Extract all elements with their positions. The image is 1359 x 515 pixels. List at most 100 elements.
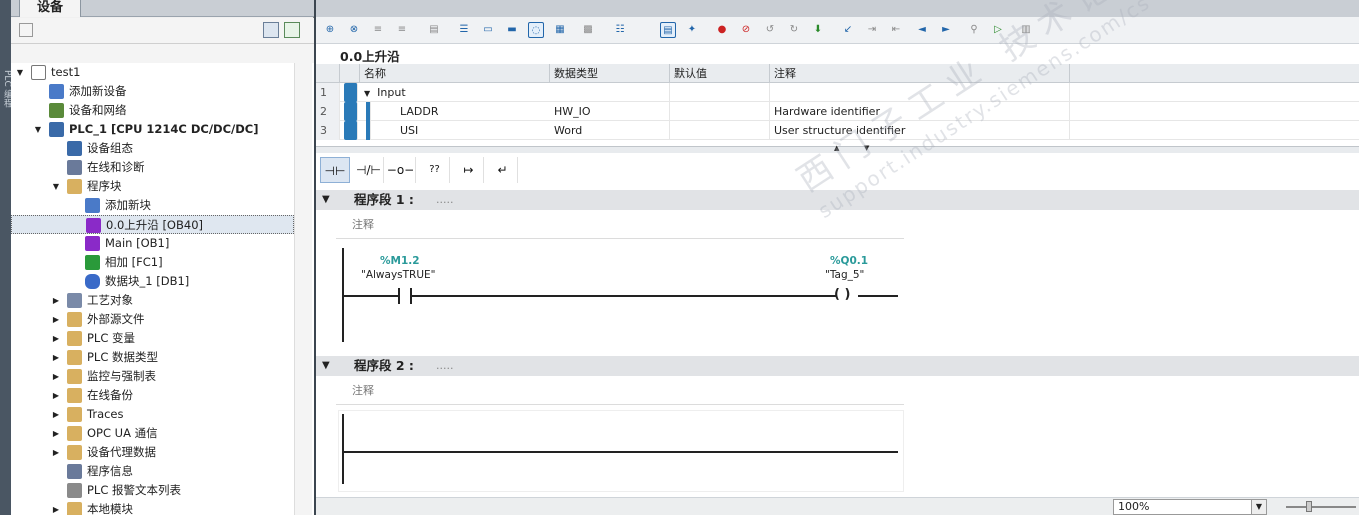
tree-node[interactable]: ▶ 在线备份 xyxy=(11,386,294,405)
close-all-networks-icon[interactable]: ▭ xyxy=(480,22,496,38)
network-comment[interactable]: 注释 xyxy=(336,377,904,405)
breakpoint-icon[interactable]: ● xyxy=(714,22,730,38)
network-1-header[interactable]: ▼ 程序段 1 : ..... xyxy=(316,190,1359,210)
coil-tag[interactable]: "Tag_5" xyxy=(825,269,864,281)
network-comment[interactable]: 注释 xyxy=(336,211,904,239)
collapsed-icon[interactable]: ▶ xyxy=(51,291,61,310)
tree-node[interactable]: ▶ PLC 数据类型 xyxy=(11,348,294,367)
chevron-down-icon[interactable]: ▼ xyxy=(1251,500,1266,514)
insert-row-icon[interactable]: ≡ xyxy=(370,22,386,38)
expanded-icon[interactable]: ▼ xyxy=(51,177,61,196)
collapsed-icon[interactable]: ▶ xyxy=(51,443,61,462)
output-coil[interactable]: ( ) xyxy=(834,287,850,302)
devices-tab[interactable]: 设备 xyxy=(19,0,81,17)
row-comment[interactable] xyxy=(770,83,1070,102)
tree-node[interactable]: 数据块_1 [DB1] xyxy=(11,272,294,291)
contact-address[interactable]: %M1.2 xyxy=(380,255,420,267)
close-branch-button[interactable]: ↵ xyxy=(488,157,518,183)
tree-node[interactable]: PLC 报警文本列表 xyxy=(11,481,294,500)
interface-row[interactable]: 2 LADDR HW_IO Hardware identifier xyxy=(316,102,1359,121)
row-default[interactable] xyxy=(670,121,770,140)
tree-node[interactable]: Main [OB1] xyxy=(11,234,294,253)
tree-node[interactable]: ▶ 工艺对象 xyxy=(11,291,294,310)
collapse-up-icon[interactable]: ▲ xyxy=(834,144,839,152)
delete-network-icon[interactable]: ⊗ xyxy=(346,22,362,38)
vertical-task-strip[interactable]: PLC 编程 xyxy=(0,0,12,515)
header-comment[interactable]: 注释 xyxy=(770,64,1070,83)
row-type[interactable]: Word xyxy=(550,121,670,140)
collapsed-icon[interactable]: ▶ xyxy=(51,500,61,515)
network-title[interactable]: 程序段 1 : xyxy=(354,190,414,210)
expand-down-icon[interactable]: ▼ xyxy=(864,144,869,152)
tree-node[interactable]: ▶ Traces xyxy=(11,405,294,424)
contact-nc-button[interactable]: ⊣/⊢ xyxy=(354,157,384,183)
comment-toggle-icon[interactable]: ◌ xyxy=(528,22,544,38)
empty-box-button[interactable]: ?? xyxy=(420,157,450,183)
collapsed-icon[interactable]: ▶ xyxy=(51,386,61,405)
tree-node[interactable]: 设备和网络 xyxy=(11,101,294,120)
zoom-slider[interactable] xyxy=(1286,506,1356,508)
tree-node[interactable]: ▼ PLC_1 [CPU 1214C DC/DC/DC] xyxy=(11,120,294,139)
tree-node[interactable]: ▶ 本地模块 xyxy=(11,500,294,515)
tree-node[interactable]: ▶ PLC 变量 xyxy=(11,329,294,348)
interface-splitter[interactable]: ▲ ▼ xyxy=(316,144,1359,153)
add-row-icon[interactable]: ≡ xyxy=(394,22,410,38)
header-default[interactable]: 默认值 xyxy=(670,64,770,83)
row-type[interactable] xyxy=(550,83,670,102)
zoom-slider-handle[interactable] xyxy=(1306,501,1312,512)
collapsed-icon[interactable]: ▶ xyxy=(51,348,61,367)
download-icon[interactable]: ⬇ xyxy=(810,22,826,38)
monitoring-toggle-icon[interactable]: ▷ xyxy=(990,22,1006,38)
header-type[interactable]: 数据类型 xyxy=(550,64,670,83)
row-default[interactable] xyxy=(670,102,770,121)
open-all-networks-icon[interactable]: ☰ xyxy=(456,22,472,38)
network-title[interactable]: 程序段 2 : xyxy=(354,356,414,376)
zoom-select[interactable]: 100% ▼ xyxy=(1113,499,1267,515)
network-2-header[interactable]: ▼ 程序段 2 : ..... xyxy=(316,356,1359,376)
collapsed-icon[interactable]: ▶ xyxy=(51,367,61,386)
outdent-icon[interactable]: ⇤ xyxy=(888,22,904,38)
show-comments-icon[interactable]: ▬ xyxy=(504,22,520,38)
tree-node[interactable]: ▶ 设备代理数据 xyxy=(11,443,294,462)
tree-node[interactable]: ▼ test1 xyxy=(11,63,294,82)
open-branch-button[interactable]: ↦ xyxy=(454,157,484,183)
tree-node[interactable]: ▶ 外部源文件 xyxy=(11,310,294,329)
row-comment[interactable]: User structure identifier xyxy=(770,121,1070,140)
remove-breakpoint-icon[interactable]: ⊘ xyxy=(738,22,754,38)
back-icon[interactable]: ◄ xyxy=(914,22,930,38)
db-icon[interactable]: ▥ xyxy=(1018,22,1034,38)
tree-node[interactable]: 0.0上升沿 [OB40] xyxy=(11,215,294,234)
collapsed-icon[interactable]: ▶ xyxy=(51,329,61,348)
contact-no-button[interactable]: ⊣⊢ xyxy=(320,157,350,183)
network-name[interactable]: ..... xyxy=(436,190,453,210)
tree-scrollbar[interactable] xyxy=(294,63,312,515)
insert-network-icon[interactable]: ⊕ xyxy=(322,22,338,38)
row-default[interactable] xyxy=(670,83,770,102)
expanded-icon[interactable]: ▼ xyxy=(15,63,25,82)
step-icon[interactable]: ↺ xyxy=(762,22,778,38)
tree-node[interactable]: ▶ 监控与强制表 xyxy=(11,367,294,386)
interface-row[interactable]: 1 ▼ Input xyxy=(316,83,1359,102)
indent-icon[interactable]: ⇥ xyxy=(864,22,880,38)
contact-tag[interactable]: "AlwaysTRUE" xyxy=(361,269,436,281)
favorites-icon[interactable]: ☷ xyxy=(612,22,628,38)
collapsed-icon[interactable]: ▶ xyxy=(51,424,61,443)
network-name[interactable]: ..... xyxy=(436,356,453,376)
tree-node[interactable]: 相加 [FC1] xyxy=(11,253,294,272)
tree-node[interactable]: ▼ 程序块 xyxy=(11,177,294,196)
row-type[interactable]: HW_IO xyxy=(550,102,670,121)
grid-view-icon[interactable] xyxy=(19,23,33,37)
tree-node[interactable]: 添加新设备 xyxy=(11,82,294,101)
show-favorites-icon[interactable]: ▤ xyxy=(660,22,676,38)
row-name[interactable]: LADDR xyxy=(396,102,550,121)
monitor-icon[interactable]: ⚲ xyxy=(966,22,982,38)
header-name[interactable]: 名称 xyxy=(360,64,550,83)
tree-node[interactable]: 在线和诊断 xyxy=(11,158,294,177)
star-icon[interactable]: ✦ xyxy=(684,22,700,38)
overview-icon[interactable] xyxy=(263,22,279,38)
coil-address[interactable]: %Q0.1 xyxy=(830,255,868,267)
step-over-icon[interactable]: ↻ xyxy=(786,22,802,38)
new-window-icon[interactable] xyxy=(284,22,300,38)
tree-node[interactable]: 添加新块 xyxy=(11,196,294,215)
operand-display-icon[interactable]: ▩ xyxy=(580,22,596,38)
